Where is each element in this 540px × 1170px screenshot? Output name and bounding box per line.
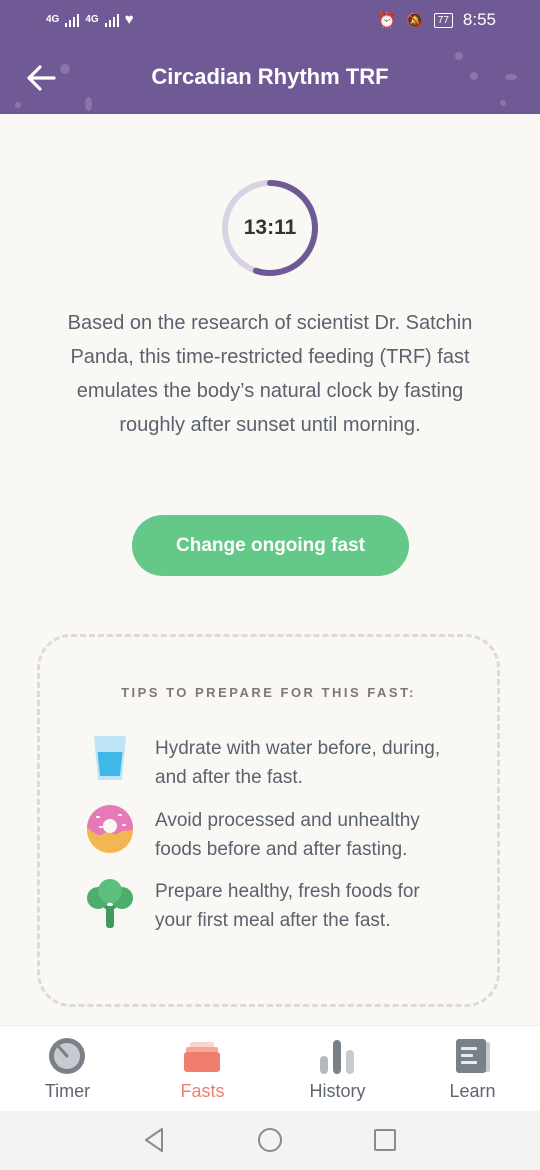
nav-item-fasts[interactable]: Fasts <box>135 1026 270 1112</box>
fast-description: Based on the research of scientist Dr. S… <box>67 312 473 436</box>
tips-card: TIPS TO PREPARE FOR THIS FAST: Hydrate w… <box>37 634 500 1007</box>
tips-heading: TIPS TO PREPARE FOR THIS FAST: <box>121 685 416 700</box>
fasts-icon <box>184 1042 220 1072</box>
status-bar: 4G 4G ♥ ⏰ 🔕 77 8:55 <box>0 0 540 42</box>
status-right: ⏰ 🔕 77 8:55 <box>378 10 496 30</box>
donut-icon <box>87 805 133 853</box>
nav-item-learn[interactable]: Learn <box>405 1026 540 1112</box>
app-bar: Circadian Rhythm TRF <box>0 42 540 114</box>
nav-item-timer[interactable]: Timer <box>0 1026 135 1112</box>
signal-icon <box>104 13 119 27</box>
page-title: Circadian Rhythm TRF <box>151 64 389 89</box>
decor-dot <box>15 102 21 108</box>
network-label-2: 4G <box>85 14 99 25</box>
status-left: 4G 4G ♥ <box>46 11 134 28</box>
decor-dot <box>455 52 463 60</box>
change-ongoing-fast-button[interactable]: Change ongoing fast <box>132 515 409 576</box>
back-triangle-icon[interactable] <box>140 1125 170 1155</box>
nav-label: Timer <box>44 1081 91 1101</box>
timer-value: 13:11 <box>243 216 297 239</box>
water-glass-icon <box>94 736 126 780</box>
tip-text: Hydrate with water before, during, and a… <box>155 738 441 788</box>
nav-label: History <box>309 1081 366 1101</box>
heart-icon: ♥ <box>124 11 134 28</box>
battery-icon: 77 <box>433 12 453 28</box>
history-chart-icon <box>320 1040 354 1074</box>
alarm-icon: ⏰ <box>377 12 397 29</box>
tip-text: Avoid processed and unhealthy foods befo… <box>155 810 420 860</box>
nav-item-history[interactable]: History <box>270 1026 405 1112</box>
bottom-navigation: Timer Fasts History Learn <box>0 1025 540 1112</box>
recents-square-icon[interactable] <box>370 1125 400 1155</box>
decor-dot <box>85 97 92 111</box>
nav-label: Fasts <box>180 1081 225 1101</box>
learn-book-icon <box>456 1039 490 1073</box>
broccoli-icon <box>87 879 133 928</box>
system-navigation-bar <box>0 1111 540 1170</box>
nav-label: Learn <box>449 1081 496 1101</box>
home-circle-icon[interactable] <box>255 1125 285 1155</box>
timer-icon <box>49 1038 85 1074</box>
bell-off-icon: 🔕 <box>406 11 424 28</box>
clock-time: 8:55 <box>462 10 496 29</box>
tip-text: Prepare healthy, fresh foods for your fi… <box>155 881 420 931</box>
signal-icon <box>65 13 80 27</box>
network-label-1: 4G <box>46 14 60 25</box>
decor-dot <box>500 100 506 106</box>
